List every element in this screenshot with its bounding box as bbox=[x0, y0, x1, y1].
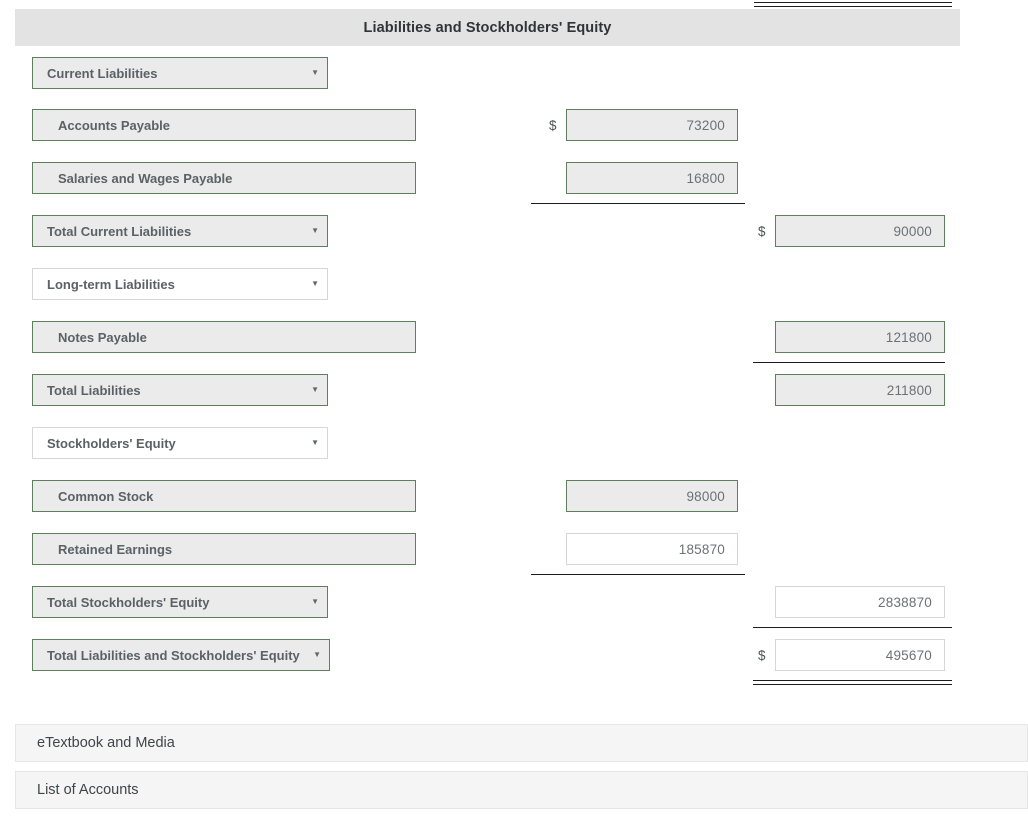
account-select-total-liabilities[interactable]: Total Liabilities ▼ bbox=[32, 374, 328, 406]
chevron-down-icon: ▼ bbox=[311, 438, 319, 447]
chevron-down-icon: ▼ bbox=[311, 385, 319, 394]
value-text: 73200 bbox=[686, 117, 725, 133]
value-input-total-current-liabilities[interactable]: 90000 bbox=[775, 215, 945, 247]
value-input-common-stock[interactable]: 98000 bbox=[566, 480, 738, 512]
account-label-accounts-payable[interactable]: Accounts Payable bbox=[32, 109, 416, 141]
account-select-label: Total Liabilities bbox=[47, 382, 141, 398]
list-of-accounts-label: List of Accounts bbox=[37, 782, 139, 798]
account-label-notes-payable[interactable]: Notes Payable bbox=[32, 321, 416, 353]
account-select-total-stockholders-equity[interactable]: Total Stockholders' Equity ▼ bbox=[32, 586, 328, 618]
balance-top-double-rule bbox=[754, 2, 952, 7]
chevron-down-icon: ▼ bbox=[311, 597, 319, 606]
value-text: 495670 bbox=[885, 647, 932, 663]
account-select-total-current-liabilities[interactable]: Total Current Liabilities ▼ bbox=[32, 215, 328, 247]
chevron-down-icon: ▼ bbox=[313, 650, 321, 659]
value-text: 2838870 bbox=[878, 594, 932, 610]
value-input-notes-payable[interactable]: 121800 bbox=[775, 321, 945, 353]
page-title: Liabilities and Stockholders' Equity bbox=[363, 19, 612, 36]
value-input-total-liabilities-and-stockholders-equity[interactable]: 495670 bbox=[775, 639, 945, 671]
account-label-text: Notes Payable bbox=[58, 329, 147, 345]
etextbook-and-media-button[interactable]: eTextbook and Media bbox=[15, 724, 1028, 762]
value-input-accounts-payable[interactable]: 73200 bbox=[566, 109, 738, 141]
value-input-total-liabilities[interactable]: 211800 bbox=[775, 374, 945, 406]
account-select-label: Total Liabilities and Stockholders' Equi… bbox=[47, 647, 300, 663]
account-select-stockholders-equity[interactable]: Stockholders' Equity ▼ bbox=[32, 427, 328, 459]
value-text: 185870 bbox=[678, 541, 725, 557]
account-label-common-stock[interactable]: Common Stock bbox=[32, 480, 416, 512]
subtotal-rule-total-liabilities bbox=[753, 362, 945, 363]
account-select-label: Long-term Liabilities bbox=[47, 276, 175, 292]
account-label-text: Common Stock bbox=[58, 488, 154, 504]
currency-symbol-accounts-payable: $ bbox=[549, 117, 557, 133]
value-text: 211800 bbox=[886, 382, 932, 398]
subtotal-rule-current-liabilities bbox=[531, 203, 745, 204]
account-label-retained-earnings[interactable]: Retained Earnings bbox=[32, 533, 416, 565]
etextbook-and-media-label: eTextbook and Media bbox=[37, 735, 175, 751]
account-select-label: Current Liabilities bbox=[47, 65, 158, 81]
chevron-down-icon: ▼ bbox=[311, 226, 319, 235]
account-select-label: Total Current Liabilities bbox=[47, 223, 192, 239]
section-header: Liabilities and Stockholders' Equity bbox=[15, 9, 960, 46]
account-select-label: Stockholders' Equity bbox=[47, 435, 176, 451]
value-text: 16800 bbox=[686, 170, 725, 186]
balance-bottom-double-rule bbox=[753, 680, 952, 685]
value-input-total-stockholders-equity[interactable]: 2838870 bbox=[775, 586, 945, 618]
account-select-total-liabilities-and-stockholders-equity[interactable]: Total Liabilities and Stockholders' Equi… bbox=[32, 639, 330, 671]
account-label-text: Salaries and Wages Payable bbox=[58, 170, 233, 186]
account-label-salaries-and-wages-payable[interactable]: Salaries and Wages Payable bbox=[32, 162, 416, 194]
currency-symbol-grand-total: $ bbox=[758, 647, 766, 663]
list-of-accounts-button[interactable]: List of Accounts bbox=[15, 771, 1028, 809]
chevron-down-icon: ▼ bbox=[311, 68, 319, 77]
account-label-text: Accounts Payable bbox=[58, 117, 170, 133]
chevron-down-icon: ▼ bbox=[311, 279, 319, 288]
account-label-text: Retained Earnings bbox=[58, 541, 173, 557]
subtotal-rule-stockholders-equity bbox=[531, 574, 745, 575]
value-text: 121800 bbox=[885, 329, 932, 345]
currency-symbol-total-current-liabilities: $ bbox=[758, 223, 766, 239]
account-select-label: Total Stockholders' Equity bbox=[47, 594, 210, 610]
subtotal-rule-grand-total bbox=[753, 627, 952, 628]
value-input-retained-earnings[interactable]: 185870 bbox=[566, 533, 738, 565]
value-text: 98000 bbox=[686, 488, 725, 504]
value-text: 90000 bbox=[893, 223, 932, 239]
account-select-current-liabilities[interactable]: Current Liabilities ▼ bbox=[32, 57, 328, 89]
value-input-salaries-and-wages-payable[interactable]: 16800 bbox=[566, 162, 738, 194]
account-select-long-term-liabilities[interactable]: Long-term Liabilities ▼ bbox=[32, 268, 328, 300]
